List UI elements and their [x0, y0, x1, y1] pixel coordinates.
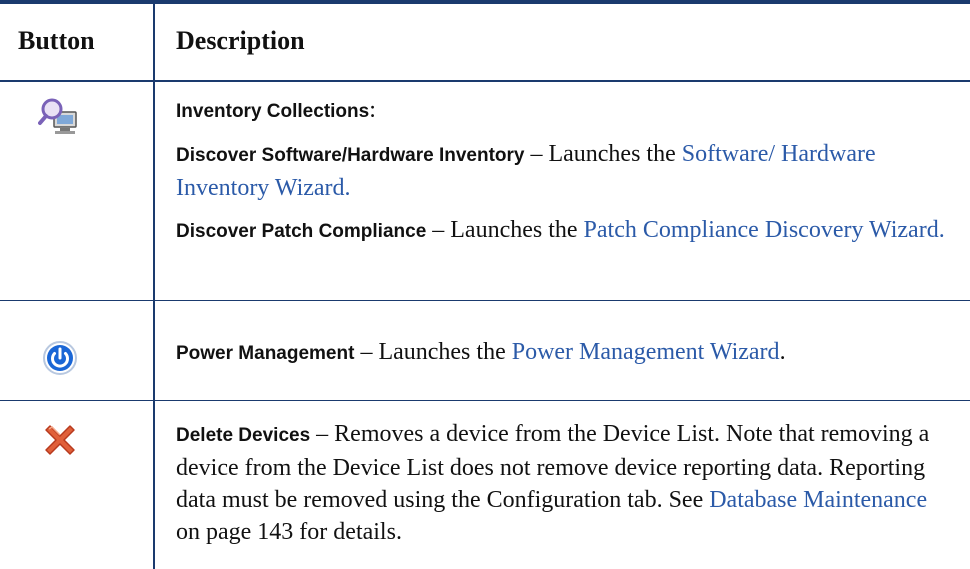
power-management-wizard-link[interactable]: Power Management Wizard — [512, 339, 780, 365]
power-management-bold: Power Management — [176, 343, 355, 364]
column-divider — [153, 4, 155, 569]
inventory-collections-description: Inventory Collections: Discover Software… — [176, 94, 946, 258]
delete-devices-bold: Delete Devices — [176, 425, 311, 446]
power-management-description: Power Management – Launches the Power Ma… — [176, 336, 946, 370]
discover-inventory-text: – Launches the — [524, 141, 682, 167]
discover-inventory-bold: Discover Software/Hardware Inventory — [176, 145, 525, 166]
button-description-table: Button Description Inventory Collections… — [0, 0, 970, 569]
discover-inventory-item: Discover Software/Hardware Inventory – L… — [176, 138, 946, 204]
header-description: Description — [176, 26, 305, 55]
inventory-collections-icon[interactable] — [38, 96, 82, 141]
power-management-text: – Launches the — [354, 339, 512, 365]
delete-devices-description: Delete Devices – Removes a device from t… — [176, 418, 946, 548]
inventory-title-colon: : — [369, 97, 376, 123]
discover-patch-item: Discover Patch Compliance – Launches the… — [176, 214, 946, 248]
power-management-icon[interactable] — [42, 340, 78, 381]
row-rule-1 — [0, 300, 970, 301]
delete-devices-after: on page 143 for details. — [176, 519, 402, 545]
inventory-title-bold: Inventory Collections — [176, 101, 370, 122]
discover-patch-bold: Discover Patch Compliance — [176, 221, 427, 242]
row-rule-2 — [0, 400, 970, 401]
patch-compliance-wizard-link[interactable]: Patch Compliance Discovery Wizard. — [584, 217, 945, 243]
power-management-period: . — [779, 339, 786, 365]
discover-patch-text: – Launches the — [426, 217, 584, 243]
delete-icon[interactable] — [40, 420, 80, 465]
header-button: Button — [18, 26, 95, 55]
inventory-title: Inventory Collections: — [176, 94, 946, 128]
table-top-rule — [0, 0, 970, 4]
database-maintenance-link[interactable]: Database Maintenance — [709, 487, 927, 513]
header-rule — [0, 80, 970, 82]
